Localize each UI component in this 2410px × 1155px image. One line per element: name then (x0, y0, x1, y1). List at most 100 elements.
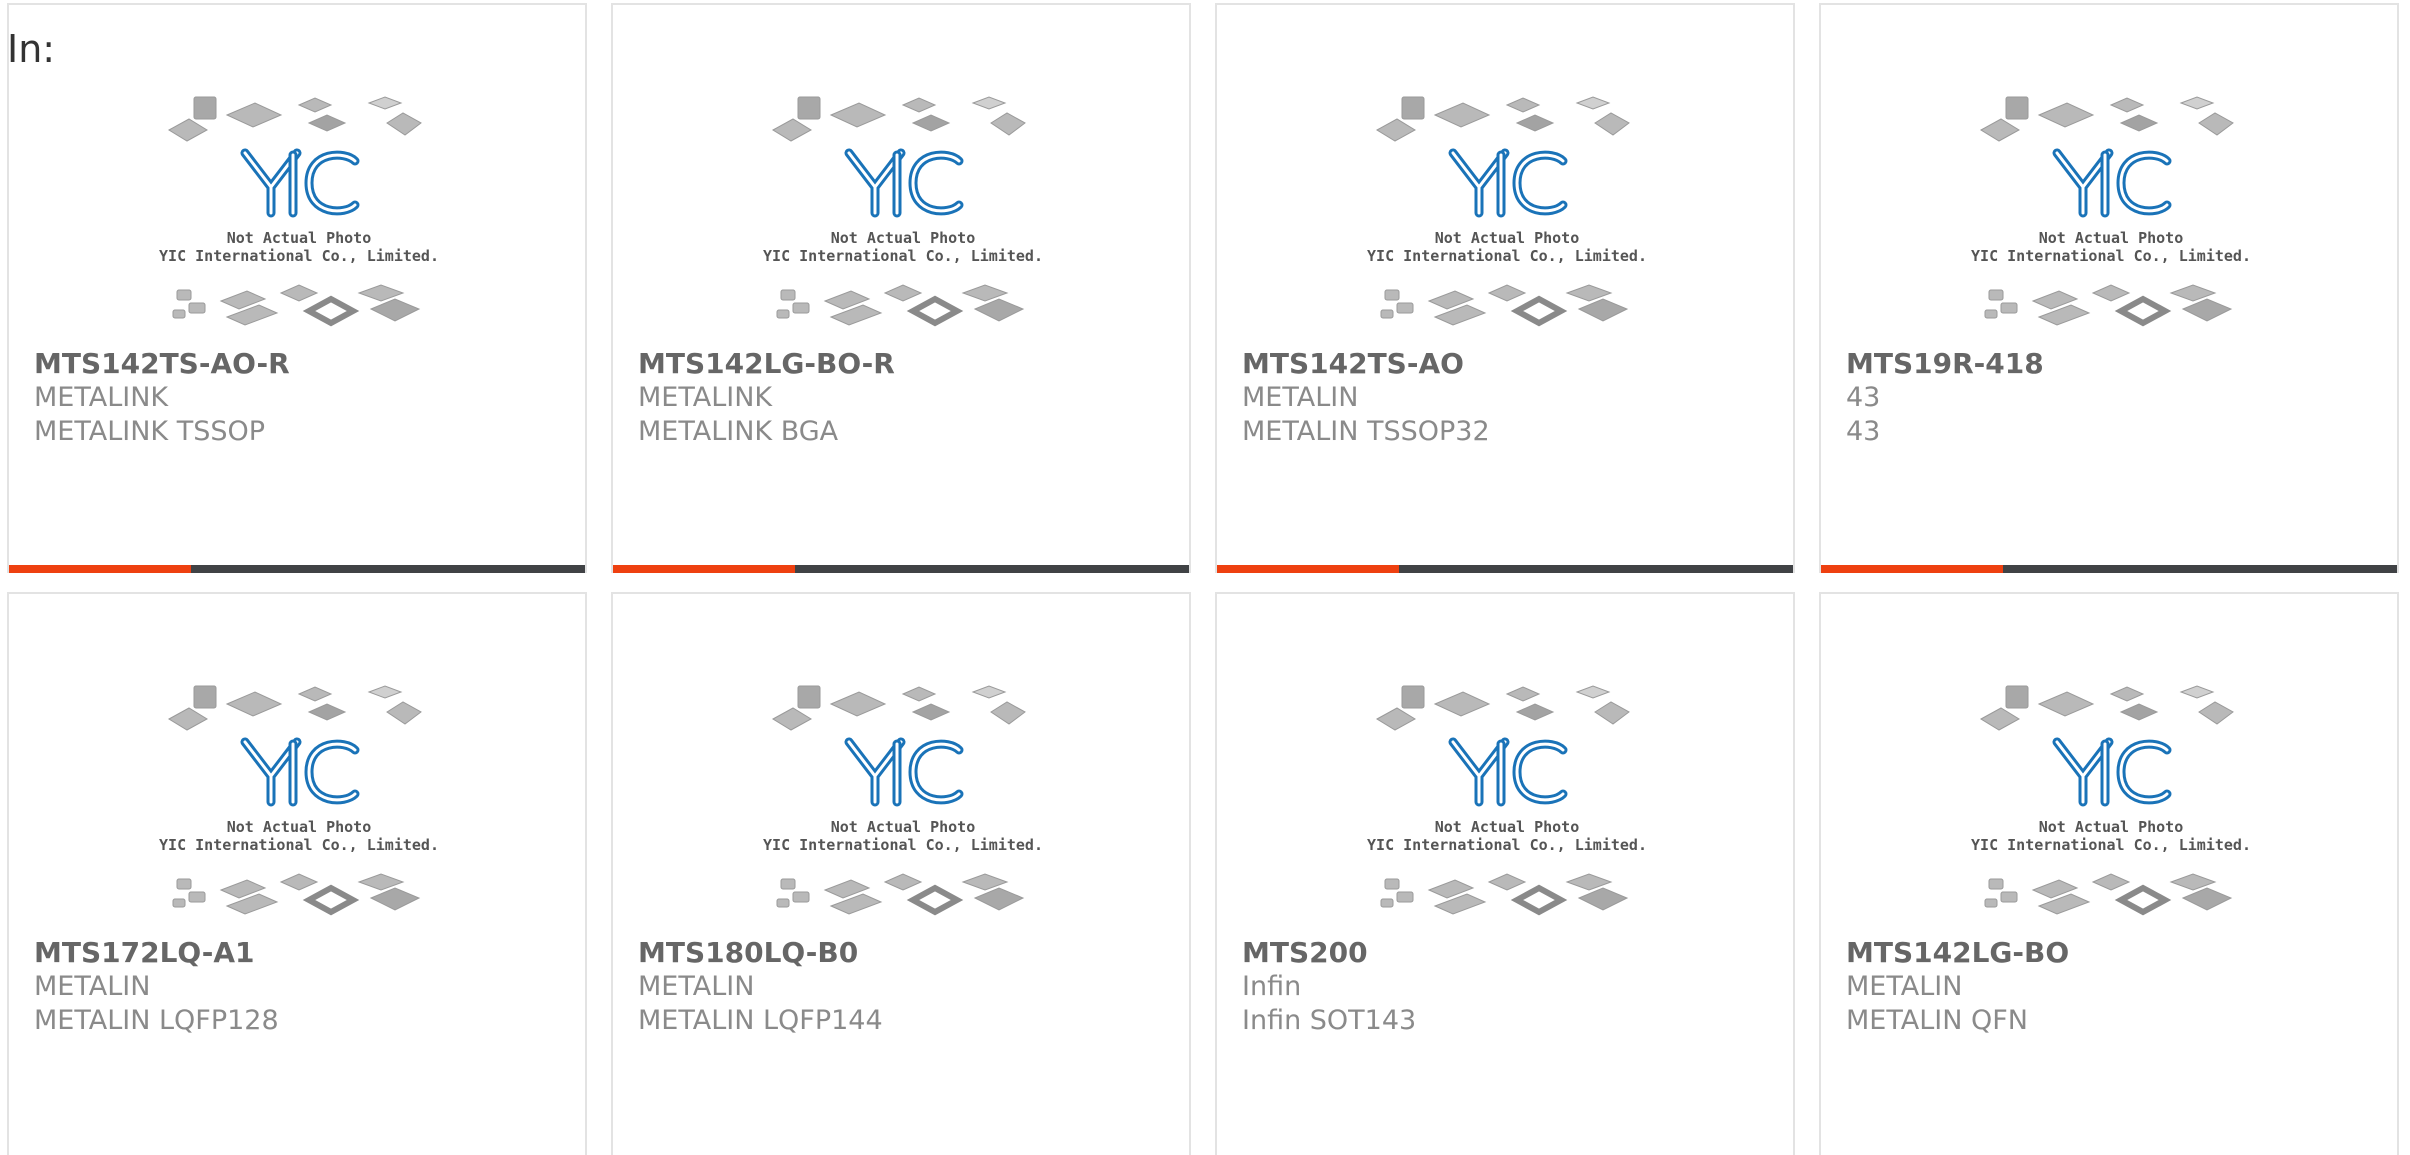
part-number[interactable]: MTS200 (1242, 936, 1773, 970)
photo-caption-line1: Not Actual Photo (1435, 818, 1580, 836)
product-card[interactable]: Not Actual Photo YIC International Co., … (611, 3, 1191, 573)
chip-icons-top (168, 96, 422, 142)
card-bottom-bar (1217, 565, 1793, 573)
description: METALIN LQFP128 (34, 1005, 279, 1036)
card-bar-accent (1217, 565, 1399, 573)
photo-caption-line1: Not Actual Photo (227, 229, 372, 247)
chip-icons-top (772, 685, 1026, 731)
product-info: MTS200 Infin Infin SOT143 (1242, 936, 1773, 1038)
photo-caption-line1: Not Actual Photo (831, 818, 976, 836)
description: METALINK TSSOP (34, 416, 266, 447)
part-number[interactable]: MTS142LG-BO (1846, 936, 2377, 970)
product-card[interactable]: Not Actual Photo YIC International Co., … (611, 592, 1191, 1155)
manufacturer: 43 (1846, 382, 1881, 413)
product-photo-placeholder: Not Actual Photo YIC International Co., … (1971, 684, 2251, 934)
chip-icons-bottom (1380, 284, 1629, 327)
product-info: MTS142TS-AO-R METALINK METALINK TSSOP (34, 347, 565, 449)
page-heading: In: (7, 27, 56, 71)
yic-logo (1448, 737, 1568, 807)
chip-placeholder-image: Not Actual Photo YIC International Co., … (1971, 685, 2251, 916)
yic-logo (844, 148, 964, 218)
chip-placeholder-image: Not Actual Photo YIC International Co., … (1367, 96, 1647, 327)
product-card[interactable]: Not Actual Photo YIC International Co., … (7, 592, 587, 1155)
chip-icons-bottom (776, 873, 1025, 916)
photo-caption-line2: YIC International Co., Limited. (763, 836, 1043, 854)
chip-icons-top (772, 96, 1026, 142)
manufacturer: METALIN (34, 971, 151, 1002)
chip-icons-top (1376, 96, 1630, 142)
chip-placeholder-image: Not Actual Photo YIC International Co., … (763, 96, 1043, 327)
photo-caption-line1: Not Actual Photo (2039, 818, 2184, 836)
chip-placeholder-image: Not Actual Photo YIC International Co., … (763, 685, 1043, 916)
product-card[interactable]: Not Actual Photo YIC International Co., … (1819, 592, 2399, 1155)
card-bottom-bar (613, 565, 1189, 573)
product-info: MTS142LG-BO-R METALINK METALINK BGA (638, 347, 1169, 449)
product-photo-placeholder: Not Actual Photo YIC International Co., … (763, 95, 1043, 345)
yic-logo (240, 148, 360, 218)
manufacturer: METALIN (1242, 382, 1359, 413)
photo-caption-line2: YIC International Co., Limited. (1971, 247, 2251, 265)
description: METALIN TSSOP32 (1242, 416, 1490, 447)
description: METALINK BGA (638, 416, 839, 447)
yic-logo (240, 737, 360, 807)
product-photo-placeholder: Not Actual Photo YIC International Co., … (159, 95, 439, 345)
manufacturer: METALIN (638, 971, 755, 1002)
chip-placeholder-image: Not Actual Photo YIC International Co., … (1971, 96, 2251, 327)
part-number[interactable]: MTS180LQ-B0 (638, 936, 1169, 970)
card-bottom-bar (1821, 565, 2397, 573)
manufacturer: Infin (1242, 971, 1302, 1002)
chip-placeholder-image: Not Actual Photo YIC International Co., … (159, 96, 439, 327)
description: METALIN QFN (1846, 1005, 2028, 1036)
part-number[interactable]: MTS142LG-BO-R (638, 347, 1169, 381)
product-info: MTS172LQ-A1 METALIN METALIN LQFP128 (34, 936, 565, 1038)
part-number[interactable]: MTS19R-418 (1846, 347, 2377, 381)
product-card[interactable]: Not Actual Photo YIC International Co., … (1215, 3, 1795, 573)
chip-placeholder-image: Not Actual Photo YIC International Co., … (159, 685, 439, 916)
manufacturer: METALINK (34, 382, 169, 413)
chip-icons-bottom (172, 284, 421, 327)
photo-caption-line1: Not Actual Photo (831, 229, 976, 247)
part-number[interactable]: MTS142TS-AO (1242, 347, 1773, 381)
photo-caption-line2: YIC International Co., Limited. (159, 247, 439, 265)
product-info: MTS142LG-BO METALIN METALIN QFN (1846, 936, 2377, 1038)
yic-logo (1448, 148, 1568, 218)
photo-caption-line1: Not Actual Photo (1435, 229, 1580, 247)
yic-logo (2052, 737, 2172, 807)
chip-icons-bottom (1380, 873, 1629, 916)
description: METALIN LQFP144 (638, 1005, 883, 1036)
chip-icons-top (1980, 96, 2234, 142)
photo-caption-line1: Not Actual Photo (227, 818, 372, 836)
product-card[interactable]: Not Actual Photo YIC International Co., … (1215, 592, 1795, 1155)
card-bar-accent (1821, 565, 2003, 573)
card-bar-accent (9, 565, 191, 573)
part-number[interactable]: MTS172LQ-A1 (34, 936, 565, 970)
product-photo-placeholder: Not Actual Photo YIC International Co., … (1971, 95, 2251, 345)
photo-caption-line2: YIC International Co., Limited. (1367, 247, 1647, 265)
product-card[interactable]: Not Actual Photo YIC International Co., … (1819, 3, 2399, 573)
photo-caption-line2: YIC International Co., Limited. (1367, 836, 1647, 854)
card-bottom-bar (9, 565, 585, 573)
manufacturer: METALINK (638, 382, 773, 413)
yic-logo (844, 737, 964, 807)
description: Infin SOT143 (1242, 1005, 1417, 1036)
product-photo-placeholder: Not Actual Photo YIC International Co., … (159, 684, 439, 934)
product-photo-placeholder: Not Actual Photo YIC International Co., … (1367, 95, 1647, 345)
product-photo-placeholder: Not Actual Photo YIC International Co., … (763, 684, 1043, 934)
manufacturer: METALIN (1846, 971, 1963, 1002)
photo-caption-line2: YIC International Co., Limited. (1971, 836, 2251, 854)
chip-icons-bottom (1984, 873, 2233, 916)
page: Not Actual Photo YIC International Co., … (0, 0, 2410, 1155)
chip-icons-bottom (172, 873, 421, 916)
photo-caption-line2: YIC International Co., Limited. (159, 836, 439, 854)
yic-logo (2052, 148, 2172, 218)
chip-icons-bottom (776, 284, 1025, 327)
product-grid: Not Actual Photo YIC International Co., … (7, 3, 2399, 1155)
chip-icons-top (168, 685, 422, 731)
chip-placeholder-image: Not Actual Photo YIC International Co., … (1367, 685, 1647, 916)
photo-caption-line2: YIC International Co., Limited. (763, 247, 1043, 265)
product-photo-placeholder: Not Actual Photo YIC International Co., … (1367, 684, 1647, 934)
product-info: MTS142TS-AO METALIN METALIN TSSOP32 (1242, 347, 1773, 449)
chip-icons-bottom (1984, 284, 2233, 327)
product-card[interactable]: Not Actual Photo YIC International Co., … (7, 3, 587, 573)
part-number[interactable]: MTS142TS-AO-R (34, 347, 565, 381)
